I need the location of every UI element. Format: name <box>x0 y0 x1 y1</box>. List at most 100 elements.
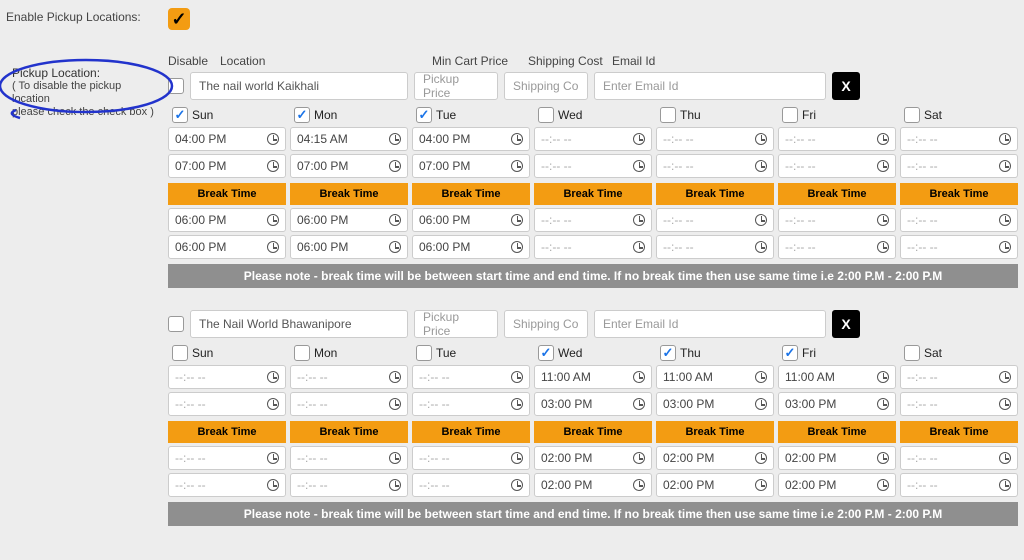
break-start-input[interactable]: 02:00 PM <box>656 446 774 470</box>
break-start-input[interactable]: 06:00 PM <box>168 208 286 232</box>
break-time-header: Break Time <box>168 421 286 443</box>
start-time-input[interactable]: --:-- -- <box>778 127 896 151</box>
break-time-note: Please note - break time will be between… <box>168 264 1018 288</box>
break-end-input[interactable]: --:-- -- <box>534 235 652 259</box>
enable-pickup-checkbox[interactable]: ✓ <box>168 8 190 30</box>
break-start-input[interactable]: 02:00 PM <box>778 446 896 470</box>
start-time-input[interactable]: --:-- -- <box>168 365 286 389</box>
start-time-input[interactable]: --:-- -- <box>900 127 1018 151</box>
clock-icon <box>755 241 767 253</box>
break-start-input[interactable]: --:-- -- <box>900 208 1018 232</box>
break-end-input[interactable]: --:-- -- <box>656 235 774 259</box>
day-checkbox[interactable] <box>660 107 676 123</box>
shipping-cost-input[interactable]: Shipping Co <box>504 310 588 338</box>
day-checkbox[interactable] <box>416 345 432 361</box>
start-time-input[interactable]: --:-- -- <box>656 127 774 151</box>
end-time-input[interactable]: 07:00 PM <box>290 154 408 178</box>
min-cart-price-input[interactable]: Pickup Price <box>414 310 498 338</box>
break-start-input[interactable]: 06:00 PM <box>290 208 408 232</box>
clock-icon <box>999 133 1011 145</box>
end-time-input[interactable]: --:-- -- <box>900 392 1018 416</box>
break-start-input[interactable]: --:-- -- <box>778 208 896 232</box>
clock-icon <box>633 479 645 491</box>
day-checkbox[interactable] <box>782 345 798 361</box>
start-time-input[interactable]: 11:00 AM <box>656 365 774 389</box>
break-start-input[interactable]: --:-- -- <box>168 446 286 470</box>
day-label: Fri <box>802 108 816 122</box>
break-end-input[interactable]: 06:00 PM <box>168 235 286 259</box>
day-checkbox[interactable] <box>904 107 920 123</box>
location-block: The Nail World BhawaniporePickup PriceSh… <box>168 310 1018 526</box>
start-time-input[interactable]: --:-- -- <box>534 127 652 151</box>
end-time-input[interactable]: --:-- -- <box>778 154 896 178</box>
break-time-header: Break Time <box>656 421 774 443</box>
break-start-input[interactable]: --:-- -- <box>290 446 408 470</box>
break-end-input[interactable]: 06:00 PM <box>290 235 408 259</box>
email-input[interactable]: Enter Email Id <box>594 72 826 100</box>
end-time-input[interactable]: --:-- -- <box>900 154 1018 178</box>
end-time-input[interactable]: 03:00 PM <box>778 392 896 416</box>
start-time-input[interactable]: 04:00 PM <box>168 127 286 151</box>
day-column: Sat--:-- ----:-- --Break Time--:-- ----:… <box>900 344 1018 500</box>
end-time-input[interactable]: 07:00 PM <box>412 154 530 178</box>
break-start-input[interactable]: 02:00 PM <box>534 446 652 470</box>
break-start-input[interactable]: 06:00 PM <box>412 208 530 232</box>
day-checkbox[interactable] <box>660 345 676 361</box>
location-name-input[interactable]: The Nail World Bhawanipore <box>190 310 408 338</box>
start-time-input[interactable]: 11:00 AM <box>534 365 652 389</box>
break-start-input[interactable]: --:-- -- <box>656 208 774 232</box>
break-end-input[interactable]: --:-- -- <box>412 473 530 497</box>
end-time-input[interactable]: 03:00 PM <box>656 392 774 416</box>
start-time-input[interactable]: --:-- -- <box>290 365 408 389</box>
break-end-input[interactable]: --:-- -- <box>168 473 286 497</box>
day-column: Wed11:00 AM03:00 PMBreak Time02:00 PM02:… <box>534 344 652 500</box>
break-end-input[interactable]: 02:00 PM <box>656 473 774 497</box>
min-cart-price-input[interactable]: Pickup Price <box>414 72 498 100</box>
end-time-input[interactable]: 03:00 PM <box>534 392 652 416</box>
end-time-input[interactable]: --:-- -- <box>656 154 774 178</box>
break-end-input[interactable]: 02:00 PM <box>778 473 896 497</box>
day-checkbox[interactable] <box>538 107 554 123</box>
start-time-input[interactable]: --:-- -- <box>412 365 530 389</box>
end-time-input[interactable]: --:-- -- <box>168 392 286 416</box>
break-start-input[interactable]: --:-- -- <box>534 208 652 232</box>
day-checkbox[interactable] <box>294 107 310 123</box>
break-end-input[interactable]: --:-- -- <box>778 235 896 259</box>
end-time-input[interactable]: --:-- -- <box>534 154 652 178</box>
break-time-header: Break Time <box>412 183 530 205</box>
break-end-input[interactable]: --:-- -- <box>900 235 1018 259</box>
location-name-input[interactable]: The nail world Kaikhali <box>190 72 408 100</box>
day-checkbox[interactable] <box>538 345 554 361</box>
day-checkbox[interactable] <box>782 107 798 123</box>
day-checkbox[interactable] <box>416 107 432 123</box>
shipping-cost-input[interactable]: Shipping Co <box>504 72 588 100</box>
end-time-input[interactable]: --:-- -- <box>412 392 530 416</box>
day-checkbox[interactable] <box>172 345 188 361</box>
break-end-input[interactable]: --:-- -- <box>900 473 1018 497</box>
delete-location-button[interactable]: X <box>832 310 860 338</box>
start-time-input[interactable]: 11:00 AM <box>778 365 896 389</box>
clock-icon <box>999 452 1011 464</box>
clock-icon <box>633 133 645 145</box>
break-end-input[interactable]: --:-- -- <box>290 473 408 497</box>
disable-location-checkbox[interactable] <box>168 316 184 332</box>
break-start-input[interactable]: --:-- -- <box>412 446 530 470</box>
end-time-input[interactable]: 07:00 PM <box>168 154 286 178</box>
delete-location-button[interactable]: X <box>832 72 860 100</box>
email-input[interactable]: Enter Email Id <box>594 310 826 338</box>
day-checkbox[interactable] <box>904 345 920 361</box>
clock-icon <box>755 214 767 226</box>
break-time-header: Break Time <box>168 183 286 205</box>
day-checkbox[interactable] <box>294 345 310 361</box>
break-end-input[interactable]: 06:00 PM <box>412 235 530 259</box>
end-time-input[interactable]: --:-- -- <box>290 392 408 416</box>
start-time-input[interactable]: 04:15 AM <box>290 127 408 151</box>
start-time-input[interactable]: --:-- -- <box>900 365 1018 389</box>
day-column: Mon--:-- ----:-- --Break Time--:-- ----:… <box>290 344 408 500</box>
break-end-input[interactable]: 02:00 PM <box>534 473 652 497</box>
day-label: Fri <box>802 346 816 360</box>
clock-icon <box>633 160 645 172</box>
start-time-input[interactable]: 04:00 PM <box>412 127 530 151</box>
clock-icon <box>511 214 523 226</box>
break-start-input[interactable]: --:-- -- <box>900 446 1018 470</box>
